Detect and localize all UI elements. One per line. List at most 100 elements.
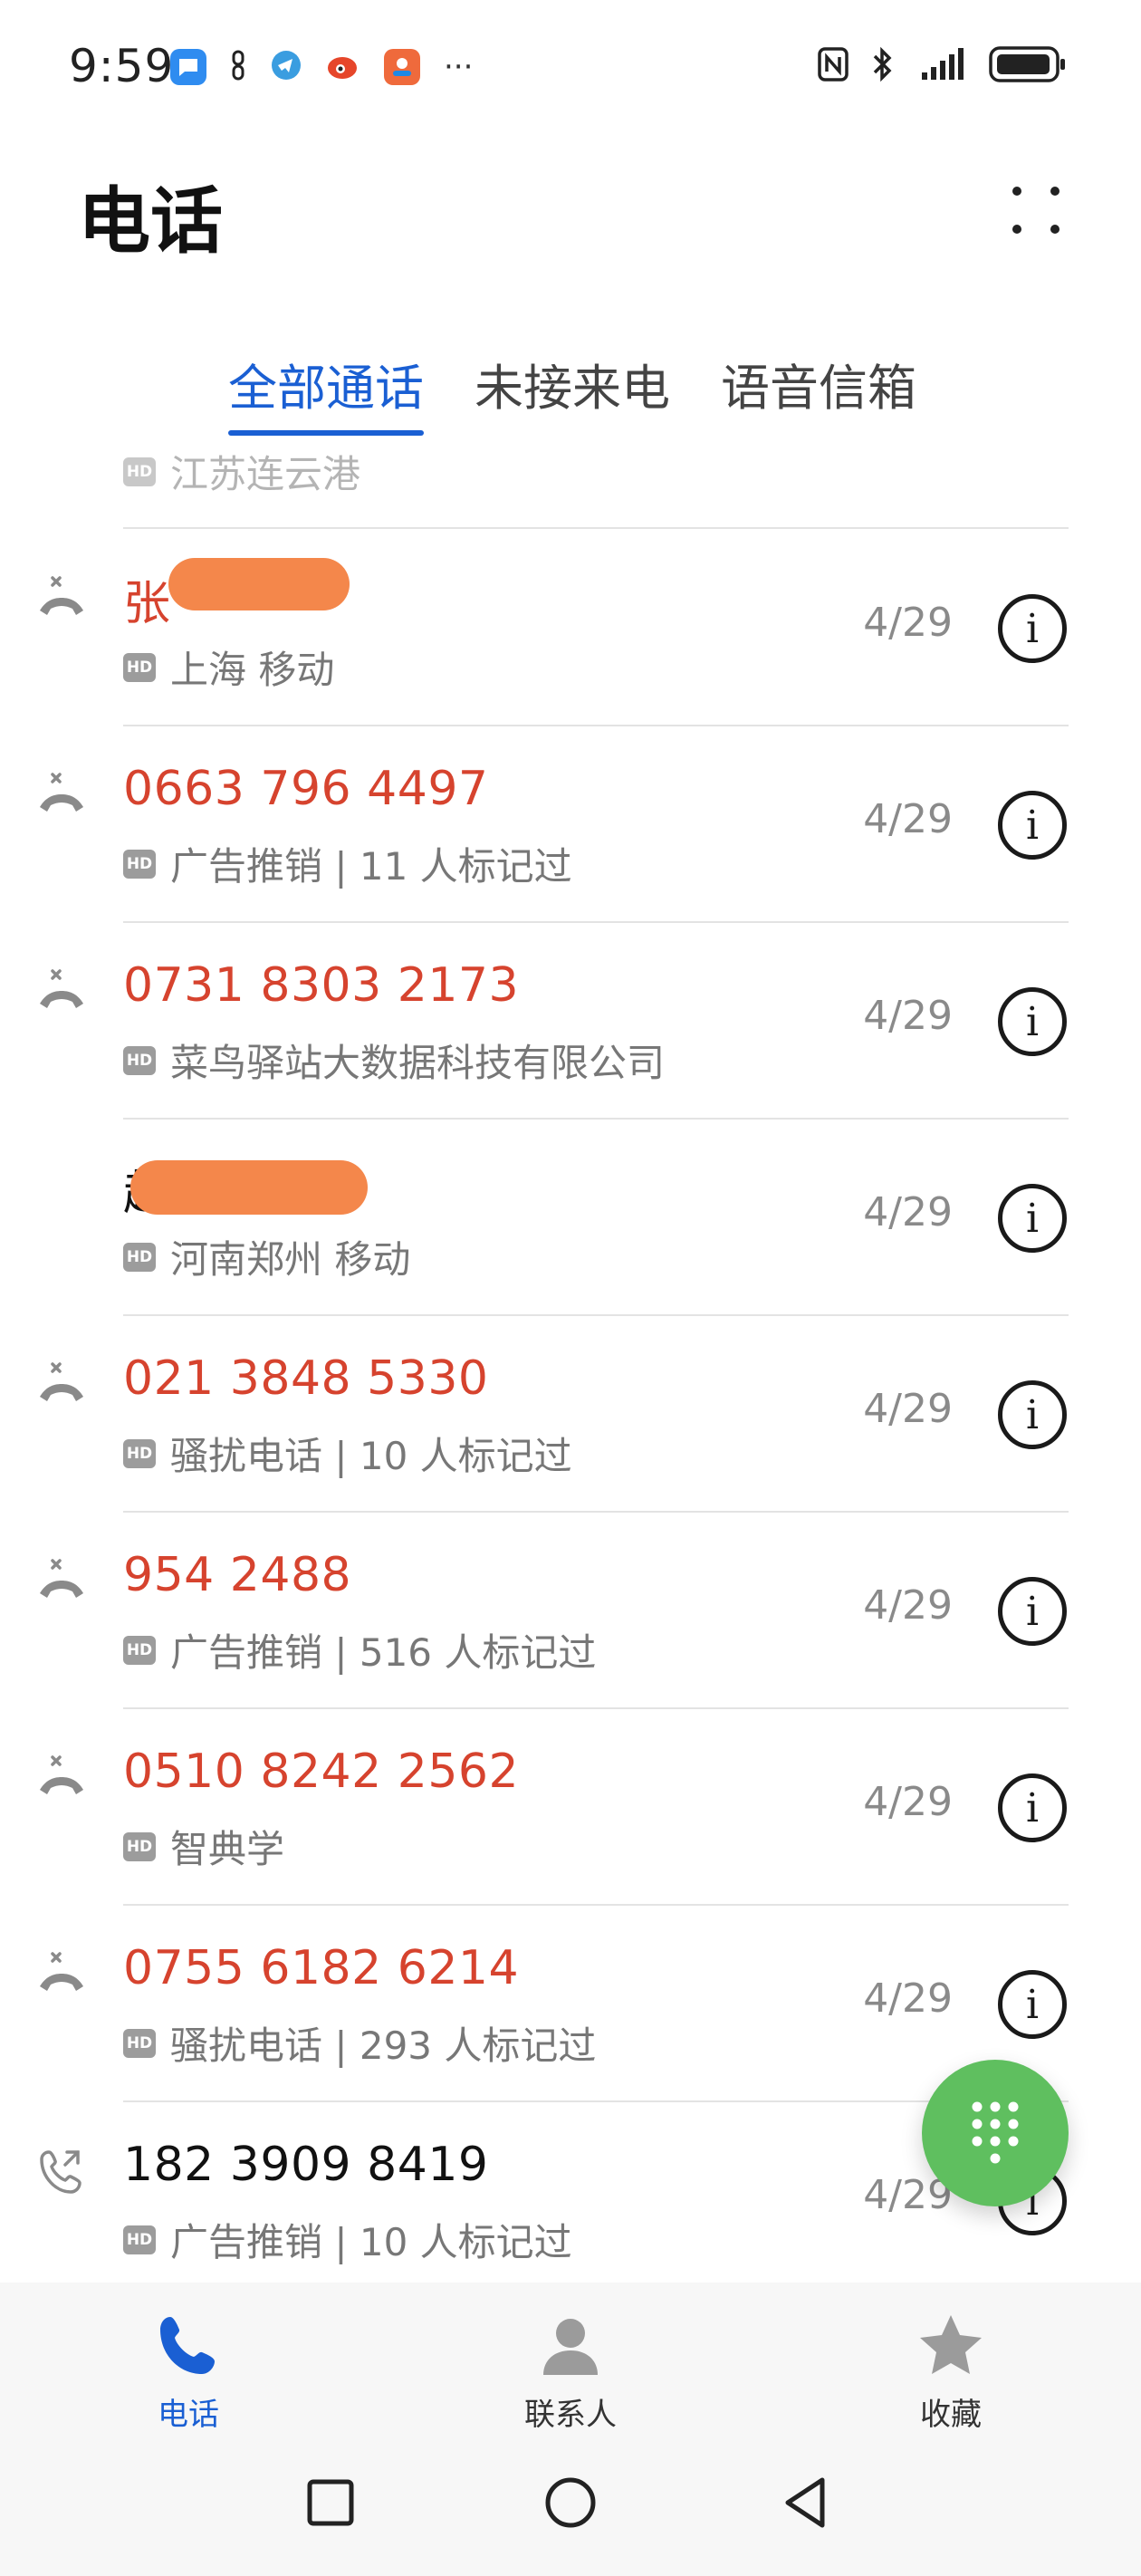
- bottom-navigation: 电话 联系人 收藏: [0, 2283, 1141, 2437]
- hd-badge: HD: [123, 1242, 156, 1272]
- home-button[interactable]: [539, 2471, 602, 2534]
- nav-phone[interactable]: 电话: [98, 2312, 279, 2434]
- system-status-icons: [817, 45, 1067, 87]
- partial-list-item: HD 江苏连云港: [123, 444, 360, 499]
- call-details: HD 河南郑州 移动: [123, 1229, 410, 1284]
- missed-call-icon: [36, 1948, 87, 1999]
- call-info-button[interactable]: i: [998, 1970, 1067, 2039]
- more-icon: ···: [444, 49, 474, 85]
- hd-badge: HD: [123, 1831, 156, 1861]
- call-details: HD 骚扰电话 | 293 人标记过: [123, 2015, 596, 2071]
- call-log-item[interactable]: 0510 8242 2562 HD 智典学 4/29 i: [0, 1708, 1141, 1905]
- more-options-button[interactable]: [1007, 181, 1065, 239]
- redaction-mark: [168, 558, 350, 610]
- circle-icon: [545, 2477, 596, 2528]
- tab-all-calls[interactable]: 全部通话: [228, 348, 424, 436]
- outgoing-call-icon: [36, 2145, 87, 2196]
- nav-favorites[interactable]: 收藏: [860, 2312, 1041, 2434]
- call-details: HD 广告推销 | 10 人标记过: [123, 2212, 572, 2267]
- hd-badge: HD: [123, 457, 156, 486]
- call-date: 4/29: [863, 1582, 953, 1629]
- square-icon: [307, 2479, 354, 2526]
- call-description: 骚扰电话 | 293 人标记过: [170, 2023, 597, 2068]
- call-details: HD 广告推销 | 516 人标记过: [123, 1622, 596, 1677]
- tab-voicemail[interactable]: 语音信箱: [721, 348, 916, 436]
- call-info-button[interactable]: i: [998, 987, 1067, 1056]
- star-icon: [920, 2315, 982, 2374]
- hd-badge: HD: [123, 1045, 156, 1075]
- caller-name: 0663 796 4497: [123, 762, 489, 816]
- call-tabs: 全部通话 未接来电 语音信箱: [228, 348, 916, 436]
- call-log-item[interactable]: 赵HD河南郑州 移动4/29i: [0, 1119, 1141, 1315]
- call-date: 4/29: [863, 1779, 953, 1825]
- call-log-item[interactable]: 021 3848 5330 HD 骚扰电话 | 10 人标记过 4/29 i: [0, 1315, 1141, 1512]
- caller-name: 954 2488: [123, 1548, 352, 1602]
- call-info-button[interactable]: i: [998, 791, 1067, 860]
- call-date: 4/29: [863, 1975, 953, 2022]
- redaction-mark: [130, 1160, 368, 1215]
- dialpad-icon: [972, 2101, 1019, 2164]
- notification-icons: ···: [170, 49, 473, 85]
- hd-badge: HD: [123, 1635, 156, 1665]
- page-title: 电话: [78, 179, 223, 264]
- app-icon: [384, 49, 420, 85]
- signal-icon: [916, 47, 967, 85]
- call-description: 智典学: [170, 1827, 285, 1871]
- call-info-button[interactable]: i: [998, 1773, 1067, 1842]
- triangle-back-icon: [785, 2477, 825, 2528]
- back-button[interactable]: [775, 2471, 839, 2534]
- system-navigation-bar: [0, 2437, 1141, 2576]
- recent-apps-button[interactable]: [299, 2471, 362, 2534]
- hd-badge: HD: [123, 1438, 156, 1468]
- missed-call-icon: [36, 1359, 87, 1409]
- link-icon: [230, 50, 246, 84]
- nav-phone-label: 电话: [158, 2397, 219, 2433]
- nav-contacts-label: 联系人: [524, 2397, 617, 2433]
- call-log-item[interactable]: 0731 8303 2173 HD 菜鸟驿站大数据科技有限公司 4/29 i: [0, 922, 1141, 1119]
- caller-name: 0731 8303 2173: [123, 958, 520, 1013]
- call-date: 4/29: [863, 796, 953, 842]
- message-icon: [170, 49, 206, 85]
- missed-call-icon: [36, 1752, 87, 1802]
- call-log-item[interactable]: 0663 796 4497 HD 广告推销 | 11 人标记过 4/29 i: [0, 726, 1141, 922]
- battery-icon: [989, 45, 1067, 87]
- status-bar: 9:59 ···: [0, 0, 1141, 136]
- missed-call-icon: [36, 572, 87, 623]
- dialpad-button[interactable]: [922, 2060, 1069, 2206]
- nav-favorites-label: 收藏: [920, 2397, 982, 2433]
- caller-name: 张: [123, 577, 171, 631]
- missed-call-icon: [36, 769, 87, 820]
- person-icon: [543, 2319, 598, 2375]
- call-location: 江苏连云港: [170, 452, 361, 496]
- phone-icon: [160, 2317, 215, 2374]
- call-log-list[interactable]: HD 江苏连云港 张 HD 上海 移动 4/29 i 0663 796 4497 HD 广告推…: [0, 435, 1141, 2283]
- call-info-button[interactable]: i: [998, 1577, 1067, 1646]
- caller-name: 021 3848 5330: [123, 1351, 489, 1406]
- call-info-button[interactable]: i: [998, 1380, 1067, 1449]
- missed-call-icon: [36, 1555, 87, 1606]
- caller-name: 0510 8242 2562: [123, 1745, 520, 1799]
- nav-contacts[interactable]: 联系人: [480, 2312, 661, 2434]
- call-log-item[interactable]: 张 HD 上海 移动 4/29 i: [0, 529, 1141, 726]
- call-log-item[interactable]: 954 2488 HD 广告推销 | 516 人标记过 4/29 i: [0, 1512, 1141, 1708]
- call-details: HD 上海 移动: [123, 639, 334, 695]
- caller-name: 182 3909 8419: [123, 2138, 489, 2192]
- tab-missed-calls[interactable]: 未接来电: [475, 348, 670, 436]
- call-details: HD 骚扰电话 | 10 人标记过: [123, 1426, 572, 1481]
- call-date: 4/29: [863, 993, 953, 1039]
- more-dot-icon: [1050, 187, 1060, 196]
- call-info-button[interactable]: i: [998, 594, 1067, 663]
- missed-call-icon: [36, 966, 87, 1016]
- call-details: HD 广告推销 | 11 人标记过: [123, 836, 572, 891]
- hd-badge: HD: [123, 849, 156, 879]
- call-description: 广告推销 | 10 人标记过: [170, 2220, 572, 2264]
- call-description: 广告推销 | 516 人标记过: [170, 1630, 597, 1675]
- phone-app-screen: 9:59 ··· 电话 全部通话 未接来电 语音信箱 HD 江苏连云港 张 HD…: [0, 0, 1141, 2576]
- call-description: 菜鸟驿站大数据科技有限公司: [170, 1041, 666, 1085]
- call-details: HD 菜鸟驿站大数据科技有限公司: [123, 1033, 665, 1088]
- more-dot-icon: [1050, 225, 1060, 234]
- call-info-button[interactable]: i: [998, 1184, 1067, 1253]
- weibo-icon: [326, 50, 360, 84]
- hd-badge: HD: [123, 652, 156, 682]
- hd-badge: HD: [123, 2028, 156, 2058]
